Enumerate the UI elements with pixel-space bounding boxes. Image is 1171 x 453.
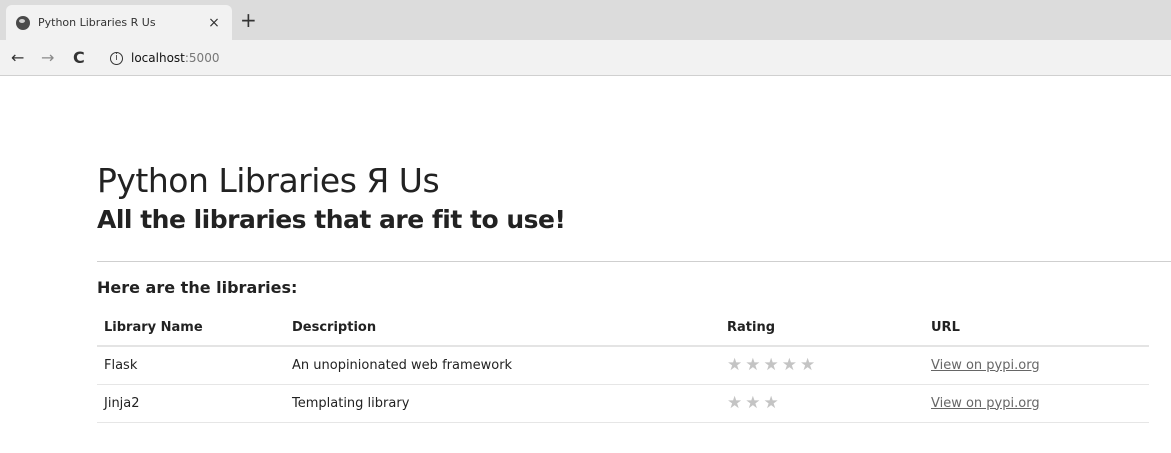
table-row: Flask An unopinionated web framework ★ ★ ★… xyxy=(97,346,1149,385)
pypi-link[interactable]: View on pypi.org xyxy=(931,358,1040,373)
divider xyxy=(97,261,1171,262)
back-button[interactable]: ← xyxy=(11,48,24,68)
browser-toolbar: ← → C i localhost :5000 xyxy=(0,40,1171,76)
library-description: An unopinionated web framework xyxy=(285,346,720,385)
library-url-cell: View on pypi.org xyxy=(924,346,1149,385)
star-icon: ★ xyxy=(745,354,761,375)
browser-tab[interactable]: Python Libraries R Us × xyxy=(6,5,232,40)
library-name: Flask xyxy=(97,346,285,385)
close-tab-icon[interactable]: × xyxy=(206,15,222,31)
star-icon: ★ xyxy=(763,392,779,413)
address-bar[interactable]: i localhost :5000 xyxy=(100,44,1160,72)
pypi-link[interactable]: View on pypi.org xyxy=(931,396,1040,411)
header-rating: Rating xyxy=(720,310,924,347)
new-tab-button[interactable]: + xyxy=(240,10,257,30)
url-host: localhost xyxy=(131,51,185,65)
header-description: Description xyxy=(285,310,720,347)
star-icon: ★ xyxy=(781,354,797,375)
page-content: Python Libraries Я Us All the libraries … xyxy=(97,160,1171,423)
star-rating: ★ ★ ★ ★ ★ xyxy=(727,354,816,375)
globe-icon xyxy=(16,15,30,30)
header-url: URL xyxy=(924,310,1149,347)
browser-tabstrip: Python Libraries R Us × + xyxy=(0,0,1171,40)
star-rating: ★ ★ ★ xyxy=(727,392,779,413)
star-icon: ★ xyxy=(763,354,779,375)
page-subtitle: All the libraries that are fit to use! xyxy=(97,205,566,234)
table-row: Jinja2 Templating library ★ ★ ★ View on py… xyxy=(97,384,1149,423)
library-rating: ★ ★ ★ xyxy=(720,384,924,423)
library-description: Templating library xyxy=(285,384,720,423)
info-icon[interactable]: i xyxy=(110,51,123,65)
library-rating: ★ ★ ★ ★ ★ xyxy=(720,346,924,385)
page-title: Python Libraries Я Us xyxy=(97,161,440,200)
star-icon: ★ xyxy=(727,392,743,413)
forward-button[interactable]: → xyxy=(41,48,54,68)
library-url-cell: View on pypi.org xyxy=(924,384,1149,423)
star-icon: ★ xyxy=(745,392,761,413)
star-icon: ★ xyxy=(800,354,816,375)
reload-button[interactable]: C xyxy=(73,48,85,68)
libraries-table: Library Name Description Rating URL Flas… xyxy=(97,310,1149,423)
tab-title: Python Libraries R Us xyxy=(38,16,156,29)
section-heading: Here are the libraries: xyxy=(97,278,298,297)
url-port: :5000 xyxy=(184,51,220,65)
star-icon: ★ xyxy=(727,354,743,375)
table-header-row: Library Name Description Rating URL xyxy=(97,310,1149,347)
header-library-name: Library Name xyxy=(97,310,285,347)
library-name: Jinja2 xyxy=(97,384,285,423)
